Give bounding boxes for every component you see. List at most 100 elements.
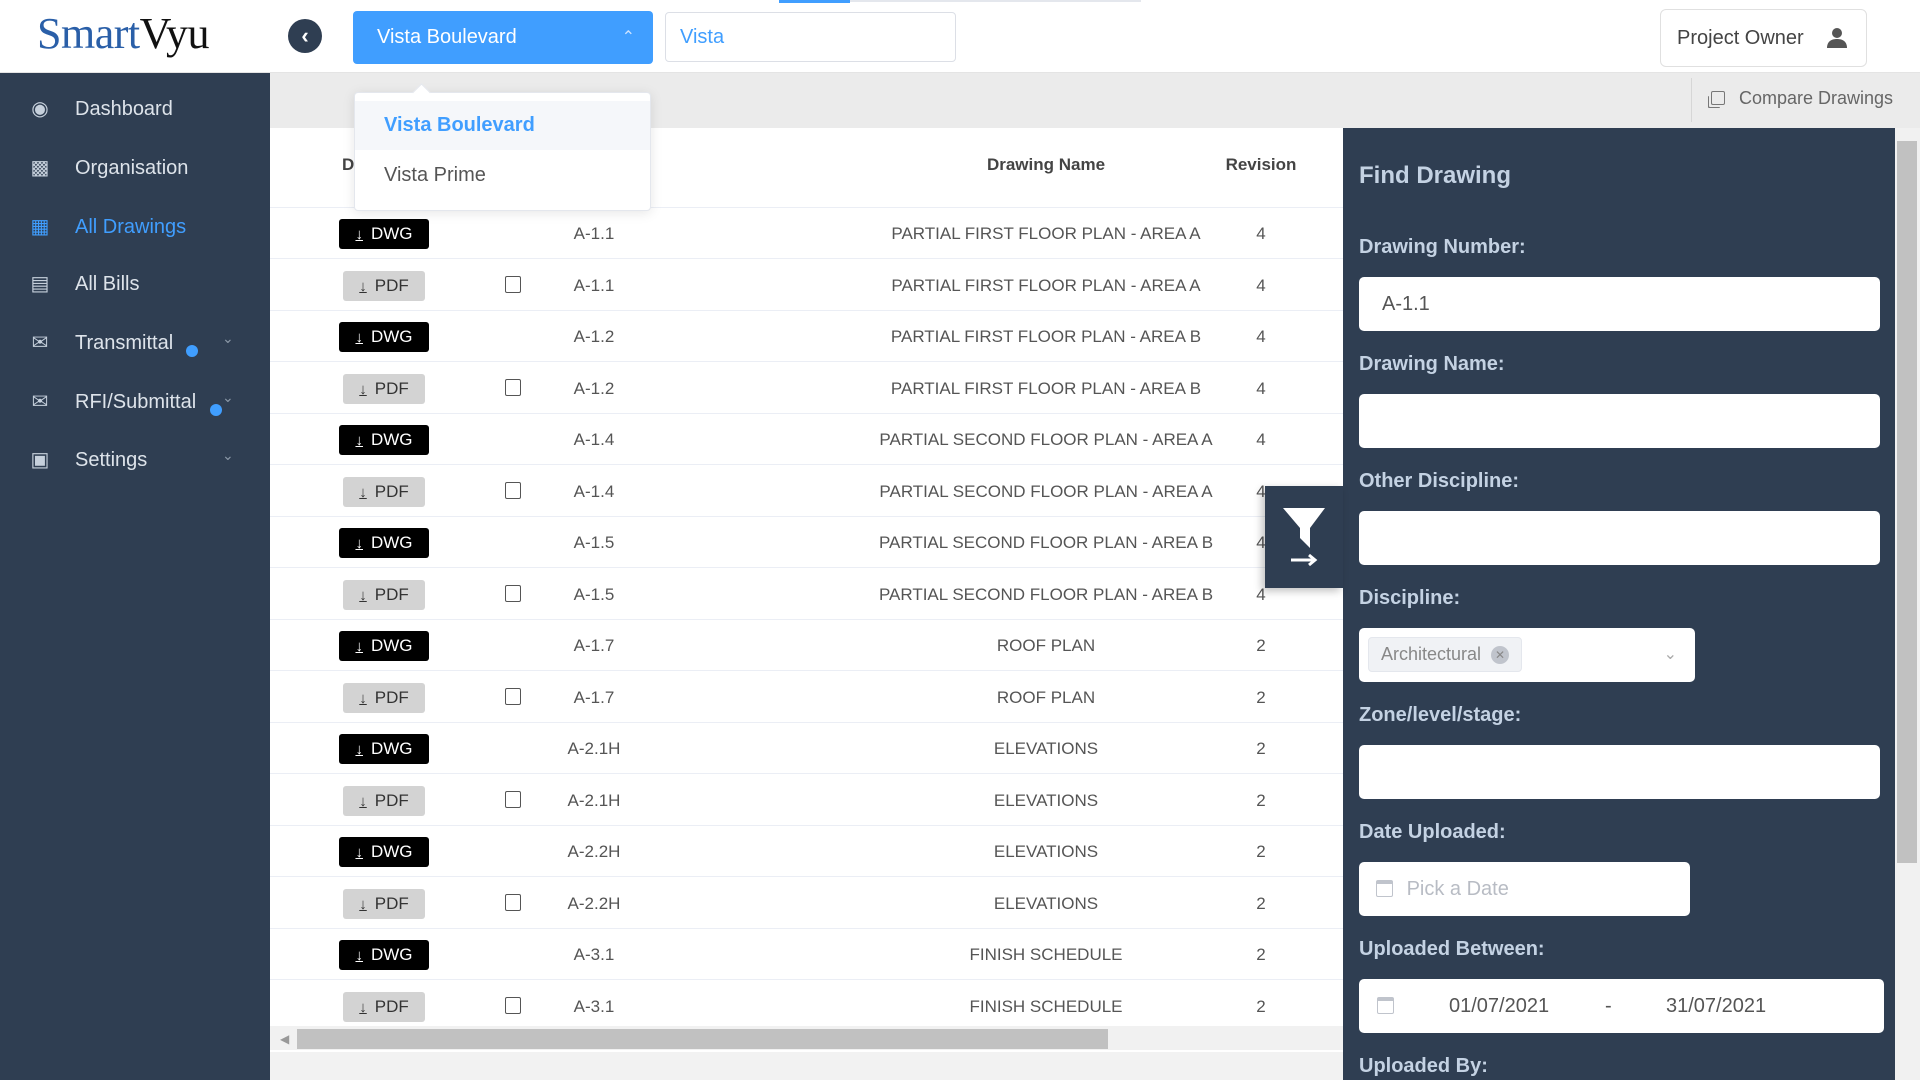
header-revision[interactable]: Revision [1221, 155, 1301, 175]
project-option-vista-boulevard[interactable]: Vista Boulevard [355, 101, 650, 150]
download-pdf-button[interactable]: ↓ PDF [343, 270, 425, 301]
project-select[interactable]: Vista Boulevard ⌃ [353, 11, 653, 64]
drawing-number: A-2.2H [567, 842, 621, 861]
remove-tag-icon[interactable]: ✕ [1491, 646, 1510, 664]
header-download: D [342, 155, 355, 174]
date-to[interactable]: 31/07/2021 [1666, 979, 1766, 1033]
file-type-label: PDF [374, 687, 409, 707]
other-discipline-label: Other Discipline: [1359, 470, 1520, 492]
date-separator: - [1605, 995, 1612, 1017]
revision: 2 [1256, 739, 1266, 758]
download-icon: ↓ [355, 741, 363, 758]
discipline-label: Discipline: [1359, 587, 1461, 609]
date-range-picker[interactable]: 01/07/2021 - 31/07/2021 [1359, 979, 1884, 1033]
drawing-number: A-3.1 [573, 996, 615, 1016]
file-type-label: PDF [374, 378, 409, 398]
scroll-left-icon[interactable]: ◀ [280, 1032, 289, 1046]
file-type-label: DWG [370, 945, 413, 964]
download-pdf-button[interactable]: ↓ PDF [343, 682, 425, 713]
sidebar-item-all-drawings[interactable]: ▦ All Drawings [0, 208, 270, 248]
filter-icon [1283, 508, 1325, 567]
table-row: ↓ PDF A-2.1H ELEVATIONS 2 [270, 775, 1343, 826]
revision: 2 [1256, 790, 1266, 810]
vertical-scroll-thumb[interactable] [1897, 141, 1917, 863]
compare-checkbox[interactable] [505, 481, 521, 499]
download-pdf-button[interactable]: ↓ PDF [343, 476, 425, 507]
date-placeholder: Pick a Date [1406, 878, 1509, 900]
drawing-number: A-1.4 [573, 430, 615, 449]
drawing-number: A-2.1H [567, 739, 621, 758]
download-pdf-button[interactable]: ↓ PDF [343, 373, 425, 404]
tab-bar-line [850, 0, 1141, 2]
horizontal-scroll-thumb[interactable] [297, 1029, 1108, 1049]
drawing-name-input[interactable] [1359, 394, 1880, 448]
table-row: ↓ PDF A-2.2H ELEVATIONS 2 [270, 878, 1343, 929]
project-select-value: Vista Boulevard [377, 26, 517, 48]
notification-dot [186, 345, 198, 357]
apps-icon: ▣ [30, 449, 50, 471]
file-type-label: PDF [374, 275, 409, 295]
compare-checkbox[interactable] [505, 275, 521, 293]
discipline-select[interactable]: Architectural ✕ ⌄ [1359, 628, 1695, 682]
table-row: ↓ PDF A-1.4 PARTIAL SECOND FLOOR PLAN - ARE… [270, 466, 1343, 517]
sidebar-item-transmittal[interactable]: ✉ Transmittal ⌄ [0, 324, 270, 364]
smartvyu-logo[interactable]: SmartVyu [37, 8, 210, 59]
footer-area [270, 1052, 1343, 1080]
user-menu-button[interactable]: Project Owner [1660, 9, 1867, 67]
drawing-number: A-2.1H [567, 790, 621, 810]
download-icon: ↓ [359, 792, 367, 810]
date-from[interactable]: 01/07/2021 [1449, 979, 1549, 1033]
compare-checkbox[interactable] [505, 378, 521, 396]
mail-icon: ✉ [31, 332, 49, 354]
download-dwg-button[interactable]: ↓ DWG [339, 425, 429, 455]
sidebar-item-dashboard[interactable]: ◉ Dashboard [0, 90, 270, 130]
download-dwg-button[interactable]: ↓ DWG [339, 322, 429, 352]
download-dwg-button[interactable]: ↓ DWG [339, 219, 429, 249]
uploaded-between-label: Uploaded Between: [1359, 938, 1545, 960]
download-icon: ↓ [355, 432, 363, 449]
drawing-number: A-1.1 [573, 275, 615, 295]
table-row: ↓ DWG A-1.4 PARTIAL SECOND FLOOR PLAN - ARE… [270, 414, 1343, 465]
download-dwg-button[interactable]: ↓ DWG [339, 734, 429, 764]
download-dwg-button[interactable]: ↓ DWG [339, 837, 429, 867]
compare-checkbox[interactable] [505, 584, 521, 602]
compare-drawings-button[interactable]: Compare Drawings [1711, 88, 1893, 109]
sidebar-item-organisation[interactable]: ▩ Organisation [0, 149, 270, 189]
download-dwg-button[interactable]: ↓ DWG [339, 940, 429, 970]
toggle-filter-button[interactable] [1265, 486, 1343, 588]
drawings-table: D Drawing Name Revision ↓ DWG A-1.1 PARTIAL… [270, 128, 1343, 1032]
date-picker[interactable]: Pick a Date [1359, 862, 1690, 916]
download-icon: ↓ [359, 483, 367, 501]
back-chevron-icon[interactable]: ‹ [288, 19, 322, 53]
project-option-vista-prime[interactable]: Vista Prime [355, 151, 650, 200]
project-search-input[interactable]: Vista [665, 12, 956, 62]
sidebar: ◉ Dashboard ▩ Organisation ▦ All Drawings ▤… [0, 73, 270, 1080]
compare-checkbox[interactable] [505, 687, 521, 705]
compare-checkbox[interactable] [505, 996, 521, 1014]
compare-checkbox[interactable] [505, 790, 521, 808]
sidebar-item-all-bills[interactable]: ▤ All Bills [0, 265, 270, 305]
compare-checkbox[interactable] [505, 893, 521, 911]
chevron-down-icon: ⌄ [222, 330, 234, 346]
zone-input[interactable] [1359, 745, 1880, 799]
download-icon: ↓ [355, 947, 363, 964]
calendar-icon [1376, 880, 1393, 897]
sidebar-item-rfi-submittal[interactable]: ✉ RFI/Submittal ⌄ [0, 383, 270, 423]
download-dwg-button[interactable]: ↓ DWG [339, 631, 429, 661]
drawing-number: A-1.2 [573, 327, 615, 346]
download-pdf-button[interactable]: ↓ PDF [343, 991, 425, 1022]
sidebar-label: Dashboard [75, 98, 173, 120]
download-icon: ↓ [359, 277, 367, 295]
revision: 4 [1256, 327, 1266, 346]
download-pdf-button[interactable]: ↓ PDF [343, 888, 425, 919]
sidebar-label: All Drawings [75, 216, 187, 238]
table-row: ↓ DWG A-3.1 FINISH SCHEDULE 2 [270, 929, 1343, 980]
download-pdf-button[interactable]: ↓ PDF [343, 785, 425, 816]
download-pdf-button[interactable]: ↓ PDF [343, 579, 425, 610]
sidebar-item-settings[interactable]: ▣ Settings ⌄ [0, 441, 270, 481]
chevron-down-icon: ⌄ [222, 447, 234, 463]
drawing-number-input[interactable]: A-1.1 [1359, 277, 1880, 331]
download-dwg-button[interactable]: ↓ DWG [339, 528, 429, 558]
sidebar-label: Organisation [75, 157, 189, 179]
other-discipline-input[interactable] [1359, 511, 1880, 565]
